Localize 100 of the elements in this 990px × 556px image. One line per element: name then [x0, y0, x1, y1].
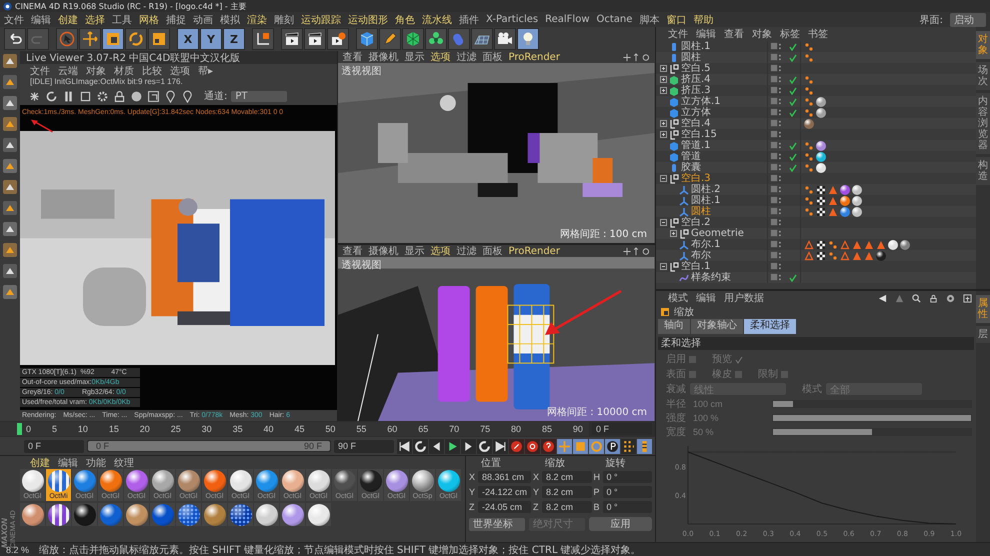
menu-item[interactable]: 查看 — [342, 245, 362, 258]
expand-toggle[interactable] — [660, 87, 667, 94]
menu-item[interactable]: 标签 — [780, 27, 800, 41]
menu-item[interactable]: Octane — [596, 14, 632, 25]
menu-item[interactable]: 雕刻 — [274, 12, 294, 26]
menu-item[interactable]: 对象 — [86, 64, 106, 78]
tool-button[interactable] — [125, 28, 147, 50]
pin-icon[interactable] — [164, 90, 177, 102]
coordinate-field[interactable]: 8.2 cm — [542, 486, 592, 498]
next-frame-icon[interactable] — [461, 438, 476, 454]
check-icon[interactable] — [789, 86, 797, 94]
dots-tag-icon[interactable] — [828, 250, 838, 260]
tool-button[interactable] — [102, 28, 124, 50]
menu-item[interactable]: 动画 — [193, 12, 213, 26]
go-to-end-icon[interactable] — [493, 438, 508, 454]
menu-item[interactable]: 书签 — [808, 27, 828, 41]
tool-button[interactable] — [379, 28, 401, 50]
menu-item[interactable]: 编辑 — [31, 12, 51, 26]
up-arrow-icon[interactable] — [895, 294, 904, 302]
menu-item[interactable]: 帮助 — [693, 12, 714, 26]
menu-item[interactable]: 查看 — [342, 51, 362, 64]
menu-item[interactable]: 过滤 — [456, 51, 476, 64]
tool-button[interactable] — [494, 28, 516, 50]
channel-dropdown[interactable]: PT — [231, 90, 288, 102]
checker-tag-icon[interactable] — [816, 240, 826, 250]
menu-item[interactable]: 选项 — [430, 51, 450, 64]
object-name[interactable]: 管道 — [681, 151, 701, 162]
menu-item[interactable]: 创建 — [58, 12, 78, 26]
refresh-icon[interactable] — [44, 90, 58, 102]
object-name[interactable]: 圆柱.2 — [691, 184, 721, 195]
side-tab[interactable]: 对象 — [976, 31, 990, 59]
axis-lock-button[interactable]: Z — [223, 28, 245, 50]
current-frame-field[interactable]: 0 F — [592, 423, 652, 435]
menu-item[interactable]: 窗口 — [666, 12, 686, 26]
gear-icon[interactable] — [96, 90, 109, 102]
menu-item[interactable]: 查看 — [724, 27, 744, 41]
next-key-icon[interactable] — [477, 438, 492, 454]
object-name[interactable]: Geometrie — [691, 228, 744, 239]
tool-button[interactable] — [304, 28, 326, 50]
dots-tag-icon[interactable] — [804, 108, 814, 118]
material-tag-icon[interactable] — [804, 118, 814, 128]
menu-item[interactable]: ProRender — [508, 52, 560, 62]
tool-button[interactable] — [356, 28, 378, 50]
region-icon[interactable] — [78, 90, 92, 102]
menu-item[interactable]: 帮▸ — [198, 64, 213, 78]
check-icon[interactable] — [789, 152, 797, 160]
menu-item[interactable]: 插件 — [459, 12, 479, 26]
dots-tag-icon[interactable] — [804, 52, 814, 62]
check-icon[interactable] — [789, 274, 797, 282]
menu-item[interactable]: 运动跟踪 — [301, 12, 341, 26]
move-key-icon[interactable] — [557, 438, 572, 454]
side-tab[interactable]: 构造 — [976, 157, 990, 185]
menu-item[interactable]: 模拟 — [220, 12, 240, 26]
menu-item[interactable]: 创建 — [30, 456, 50, 470]
menu-item[interactable]: 面板 — [482, 245, 502, 258]
start-frame-field[interactable]: 0 F — [24, 440, 84, 452]
lock-icon[interactable] — [112, 90, 126, 102]
material-tag-icon[interactable] — [900, 240, 910, 250]
material-tag-icon[interactable] — [816, 152, 826, 162]
expand-toggle[interactable] — [660, 263, 667, 270]
expand-toggle[interactable] — [660, 219, 667, 226]
menu-item[interactable]: 角色 — [395, 12, 415, 26]
previous-key-icon[interactable] — [413, 438, 428, 454]
check-icon[interactable] — [789, 76, 797, 84]
menu-item[interactable]: X-Particles — [486, 14, 538, 25]
tool-button[interactable] — [402, 28, 424, 50]
menu-item[interactable]: 对象 — [752, 27, 772, 41]
help-icon[interactable] — [541, 438, 556, 454]
coordinate-field[interactable]: -24.122 cm — [478, 486, 532, 498]
menu-item[interactable]: 材质 — [114, 64, 134, 78]
tool-button[interactable] — [281, 28, 303, 50]
material-tag-icon[interactable] — [876, 250, 886, 260]
record-icon[interactable] — [509, 438, 524, 454]
dots-tag-icon[interactable] — [804, 74, 814, 84]
coordinate-field[interactable]: 0 ° — [602, 471, 652, 483]
timeline-icon[interactable] — [637, 438, 652, 454]
dots-tag-icon[interactable] — [804, 206, 814, 216]
material-tag-icon[interactable] — [816, 108, 826, 118]
menu-item[interactable]: 显示 — [404, 245, 424, 258]
play-icon[interactable] — [445, 438, 460, 454]
menu-item[interactable]: 选项 — [170, 64, 190, 78]
lock-icon[interactable] — [929, 294, 938, 302]
dots-tag-icon[interactable] — [804, 140, 814, 150]
tool-button[interactable] — [425, 28, 447, 50]
target-icon[interactable] — [946, 294, 955, 302]
menu-item[interactable]: 选项 — [430, 245, 450, 258]
coordinate-field[interactable]: -24.05 cm — [478, 501, 532, 513]
material-tag-icon[interactable] — [852, 196, 862, 206]
tool-button[interactable] — [4, 28, 26, 50]
navigation-icons[interactable] — [621, 52, 651, 62]
menu-item[interactable]: 渲染 — [247, 12, 267, 26]
navigation-icons[interactable] — [621, 246, 651, 256]
tool-button[interactable] — [79, 28, 101, 50]
checker-tag-icon[interactable] — [816, 184, 826, 194]
material-tag-icon[interactable] — [840, 196, 850, 206]
object-name[interactable]: 圆柱 — [681, 52, 701, 63]
object-name[interactable]: 圆柱.1 — [681, 41, 711, 52]
coordinate-field[interactable]: 0 ° — [602, 501, 652, 513]
menu-item[interactable]: 摄像机 — [368, 245, 398, 258]
expand-toggle[interactable] — [660, 76, 667, 83]
